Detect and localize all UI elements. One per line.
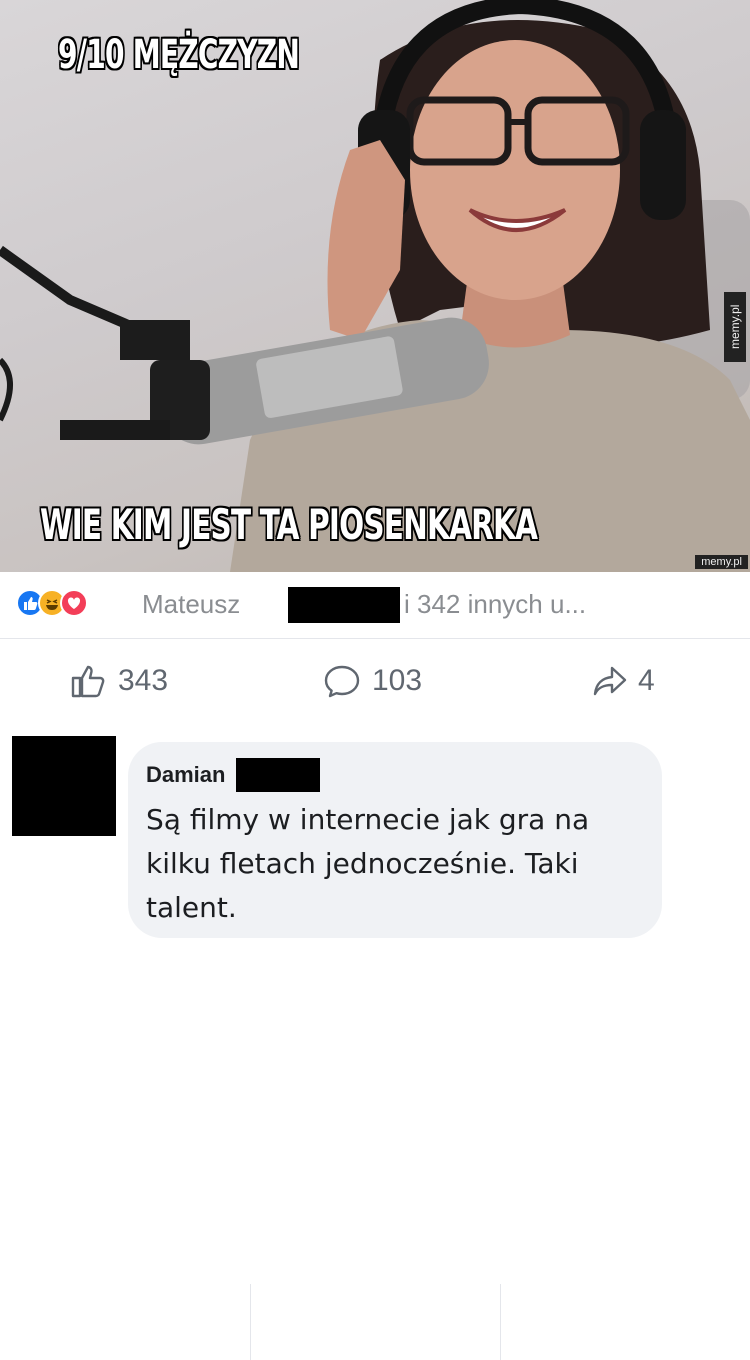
avatar[interactable]	[12, 736, 116, 836]
action-divider	[250, 1284, 251, 1360]
share-icon	[593, 666, 627, 696]
meme-top-caption: 9/10 MĘŻCZYZN	[58, 32, 300, 78]
action-bar: 343 103 4	[0, 639, 750, 1360]
love-icon	[60, 589, 88, 617]
action-divider	[500, 1284, 501, 1360]
meme-bottom-caption: WIE KIM JEST TA PIOSENKARKA	[40, 500, 538, 549]
share-button[interactable]: 4	[592, 639, 655, 723]
redacted-surname	[288, 587, 400, 623]
reaction-others[interactable]: i 342 innych u...	[404, 589, 586, 620]
like-count: 343	[118, 664, 169, 697]
comment-count: 103	[372, 664, 423, 697]
comment-icon	[324, 665, 360, 698]
redacted-author-surname	[236, 758, 320, 792]
comment-button[interactable]: 103	[322, 639, 422, 723]
watermark-bottom: memy.pl	[695, 555, 748, 569]
comment-author[interactable]: Damian	[146, 762, 225, 788]
thumbs-up-icon	[71, 665, 105, 698]
comment-text: Są filmy w internecie jak gra na kilku f…	[146, 803, 590, 924]
meme-photo	[0, 0, 750, 572]
reaction-name[interactable]: Mateusz	[142, 589, 240, 620]
meme-image[interactable]: 9/10 MĘŻCZYZN WIE KIM JEST TA PIOSENKARK…	[0, 0, 750, 572]
watermark-side: memy.pl	[724, 292, 746, 362]
share-count: 4	[638, 664, 655, 697]
like-button[interactable]: 343	[70, 639, 168, 723]
